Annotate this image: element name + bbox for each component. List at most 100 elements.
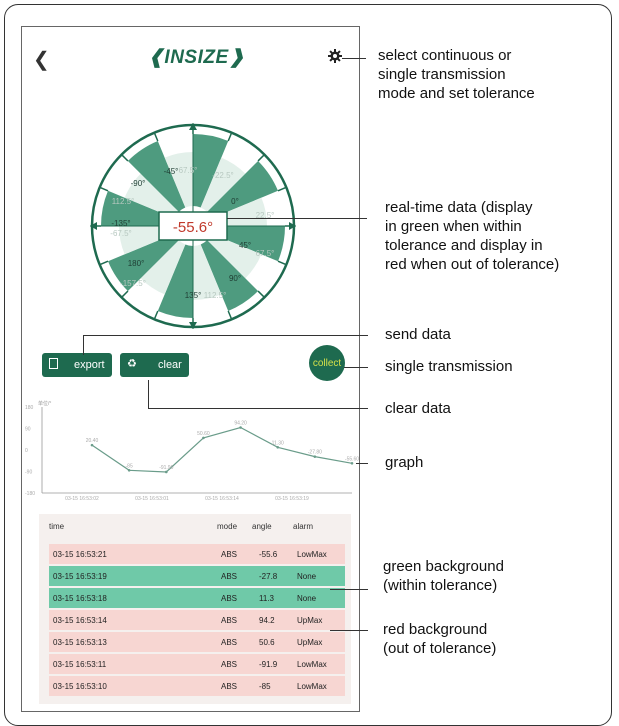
cell-alarm: UpMax	[297, 616, 323, 625]
x-tick-label: 03-15 16:53:14	[205, 496, 239, 502]
data-point	[90, 443, 94, 447]
cell-angle: -27.8	[259, 572, 278, 581]
y-tick-label: 0	[25, 448, 28, 454]
cell-alarm: None	[297, 572, 317, 581]
annotation-red: red background (out of tolerance)	[383, 621, 497, 657]
logo-arrow-left-icon: ❰	[148, 47, 165, 68]
dial-label: 135°	[185, 291, 202, 300]
cell-angle: 94.2	[259, 616, 275, 625]
cell-angle: 50.6	[259, 638, 275, 647]
dial-label: -90°	[131, 179, 146, 188]
table-row[interactable]: 03-15 16:53:19 ABS -27.8 None	[49, 566, 345, 586]
y-tick-label: 90	[25, 427, 31, 433]
cell-alarm: LowMax	[297, 550, 327, 559]
export-button[interactable]: export	[42, 353, 112, 377]
y-tick-label: -180	[25, 491, 35, 497]
point-label: 20.40	[86, 438, 99, 444]
dial-faint-label: 67.5°	[179, 166, 198, 175]
point-label: 11.30	[272, 440, 284, 446]
angle-dial: -90° -45° 0° 45° 90° 135° 180° -135° 67.5° -22.5°…	[90, 123, 296, 329]
dial-faint-label: 112.5°	[204, 291, 227, 300]
export-icon	[49, 358, 58, 369]
collect-button[interactable]: collect	[309, 345, 345, 381]
leader-realtime	[227, 218, 367, 219]
annotation-send: send data	[385, 326, 451, 343]
annotation-settings: select continuous or single transmission…	[378, 47, 535, 102]
dial-tick	[257, 290, 265, 298]
dial-label: 180°	[128, 259, 145, 268]
cell-angle: -85	[259, 682, 271, 691]
phone-screen: ❮ ❰INSIZE❱ -90° -45° 0° 45° 90° 135° 180° -135°…	[21, 26, 360, 712]
annotation-realtime: real-time data (display in green when wi…	[385, 199, 560, 273]
table-row[interactable]: 03-15 16:53:18 ABS 11.3 None	[49, 588, 345, 608]
clear-button[interactable]: ♻ clear	[120, 353, 189, 377]
angle-graph: 单位/° 180 90 0 -90 -180 03-15 16:53:02 03-15 1…	[25, 400, 359, 502]
annotation-clear: clear data	[385, 400, 451, 417]
cell-angle: -91.9	[259, 660, 278, 669]
cell-mode: ABS	[221, 660, 238, 669]
annotation-graph: graph	[385, 454, 424, 471]
table-row[interactable]: 03-15 16:53:11 ABS -91.9 LowMax	[49, 654, 345, 674]
point-label: 94.20	[234, 420, 247, 426]
point-label: -55.60	[345, 456, 359, 462]
header-time: time	[49, 522, 65, 531]
clear-icon: ♻	[127, 358, 137, 370]
leader-clear	[148, 408, 368, 409]
leader-single	[344, 367, 368, 368]
dial-tick	[277, 260, 286, 265]
data-table: time mode angle alarm 03-15 16:53:21 ABS -…	[39, 514, 351, 704]
header-alarm: alarm	[293, 522, 314, 531]
dial-label: 0°	[231, 197, 239, 206]
cell-alarm: LowMax	[297, 682, 327, 691]
gear-icon[interactable]	[328, 49, 342, 63]
data-point	[276, 446, 280, 449]
cell-alarm: None	[297, 594, 317, 603]
app-logo: ❰INSIZE❱	[148, 47, 246, 68]
dial-tick	[100, 260, 109, 265]
data-point	[350, 461, 354, 465]
leader-send	[83, 335, 368, 336]
dial-tick	[121, 290, 129, 298]
cell-alarm: LowMax	[297, 660, 327, 669]
data-point	[239, 426, 242, 429]
table-row[interactable]: 03-15 16:53:10 ABS -85 LowMax	[49, 676, 345, 696]
table-row[interactable]: 03-15 16:53:21 ABS -55.6 LowMax	[49, 544, 345, 564]
x-tick-label: 03-15 16:53:01	[135, 496, 169, 502]
dial-tick	[121, 154, 129, 162]
dial-tick	[277, 187, 286, 192]
table-row[interactable]: 03-15 16:53:14 ABS 94.2 UpMax	[49, 610, 345, 630]
cell-mode: ABS	[221, 616, 238, 625]
cell-time: 03-15 16:53:10	[53, 682, 107, 691]
leader-red	[330, 630, 368, 631]
header-mode: mode	[217, 522, 238, 531]
annotation-single: single transmission	[385, 358, 513, 375]
cell-time: 03-15 16:53:14	[53, 616, 107, 625]
dial-tick	[100, 187, 109, 192]
cell-angle: 11.3	[259, 594, 274, 603]
leader-graph	[356, 463, 368, 464]
dial-faint-label: 67.5°	[256, 249, 275, 258]
dial-tick	[154, 133, 159, 142]
dial-tick	[227, 133, 232, 142]
point-label: -27.80	[308, 450, 322, 456]
point-label: -85	[126, 463, 133, 469]
cell-time: 03-15 16:53:13	[53, 638, 107, 647]
table-row[interactable]: 03-15 16:53:13 ABS 50.6 UpMax	[49, 632, 345, 652]
dial-label: 90°	[229, 274, 241, 283]
cell-time: 03-15 16:53:19	[53, 572, 107, 581]
cell-time: 03-15 16:53:18	[53, 594, 107, 603]
data-point	[164, 470, 168, 474]
annotation-green: green background (within tolerance)	[383, 558, 504, 594]
cell-time: 03-15 16:53:21	[53, 550, 107, 559]
data-point	[202, 436, 205, 440]
dial-label: 45°	[239, 241, 251, 250]
cell-mode: ABS	[221, 638, 238, 647]
y-tick-label: 180	[25, 405, 34, 411]
dial-faint-label: -22.5°	[212, 171, 233, 180]
back-icon[interactable]: ❮	[33, 47, 50, 72]
cell-angle: -55.6	[259, 550, 278, 559]
header-angle: angle	[252, 522, 272, 531]
leader-green	[330, 589, 368, 590]
dial-tick	[227, 310, 232, 319]
x-tick-label: 03-15 16:53:19	[275, 496, 309, 502]
